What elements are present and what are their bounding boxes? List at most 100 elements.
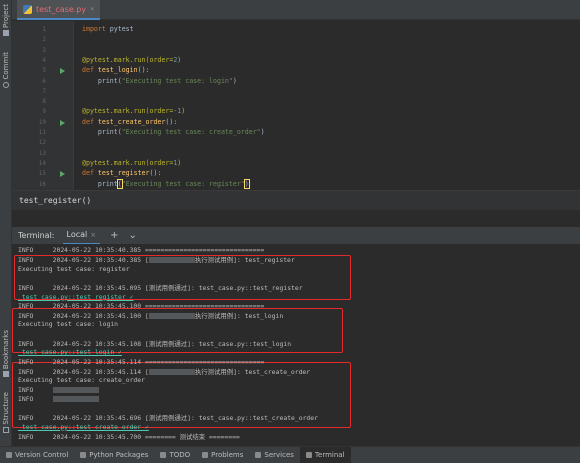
code-token: ():: [165, 117, 178, 126]
test-passed-line[interactable]: test_case.py::test_login ✓: [18, 348, 122, 356]
terminal-line: INFO 2024-05-22 10:35:45.114 [ 执行测试用例]: t…: [18, 367, 310, 376]
terminal-line-text: 执行测试用例]: test_create_order: [194, 367, 311, 376]
code-line[interactable]: print("Executing test case: create_order…: [82, 128, 265, 136]
terminal-line-text: test_case.py::test_create_order ✓: [18, 422, 149, 431]
terminal-line-text: INFO 2024-05-22 10:35:45.095 [测试用例通过]: t…: [18, 284, 303, 293]
code-token: test_login: [97, 66, 138, 75]
structure-icon: [3, 426, 9, 433]
terminal-line-text: INFO 2024-05-22 10:35:45.700 ======== 测试…: [18, 433, 240, 441]
code-token: def: [82, 169, 98, 178]
close-icon[interactable]: ×: [90, 5, 94, 13]
code-line[interactable]: print("Executing test case: login"): [82, 77, 237, 85]
line-number: 2: [42, 36, 46, 44]
code-token: print: [82, 179, 118, 188]
terminal-line-text: INFO 2024-05-22 10:35:45.114 [: [18, 367, 149, 376]
packages-icon: [80, 452, 87, 458]
commit-tool-tab[interactable]: Commit: [1, 52, 11, 88]
terminal-line: INFO 2024-05-22 10:35:45.700 ======== 测试…: [18, 432, 240, 441]
line-number: 12: [38, 139, 46, 147]
terminal-line: Executing test case: login: [18, 320, 118, 328]
terminal-line-text: Executing test case: login: [18, 320, 119, 329]
problems-icon: [202, 452, 209, 458]
tab-test-case-py[interactable]: test_case.py ×: [17, 0, 101, 20]
terminal-line-text: INFO 2024-05-22 10:35:40.385 [: [18, 256, 149, 265]
code-token: def: [82, 117, 98, 126]
code-token: "Executing test case: register": [121, 179, 245, 188]
terminal-line-text: INFO 2024-05-22 10:35:45.100 ===========…: [18, 301, 265, 310]
code-token: ():: [149, 169, 162, 178]
code-token: ): [181, 107, 186, 116]
left-tool-strip: Project Commit Bookmarks Structure: [0, 0, 12, 446]
line-number: 13: [38, 149, 46, 157]
code-line[interactable]: def test_login():: [82, 66, 150, 74]
tool-window-label: Terminal: [314, 451, 345, 459]
tool-window-label: Problems: [211, 451, 244, 459]
run-test-icon[interactable]: [60, 119, 65, 126]
bookmark-icon: [3, 371, 9, 378]
code-line[interactable]: @pytest.mark.run(order=-1): [82, 107, 185, 115]
line-number: 10: [38, 118, 46, 126]
terminal-line: INFO 2024-05-22 10:35:45.100 ===========…: [18, 302, 264, 310]
redacted-text: [52, 386, 99, 393]
tool-window-services[interactable]: Services: [249, 447, 300, 463]
tool-window-terminal[interactable]: Terminal: [299, 446, 351, 463]
code-editor[interactable]: import pytest @pytest.mark.run(order=2) de…: [74, 21, 580, 190]
terminal-line: Executing test case: register: [18, 265, 130, 273]
tab-label: test_case.py: [36, 4, 87, 14]
commit-tab-label: Commit: [2, 52, 10, 80]
breadcrumb-function[interactable]: test_register(): [19, 196, 91, 205]
project-tab-label: Project: [2, 4, 10, 28]
tool-window-label: Python Packages: [89, 451, 149, 459]
close-icon[interactable]: ×: [90, 231, 96, 239]
line-number: 6: [42, 77, 46, 85]
code-token: pytest: [105, 25, 134, 33]
code-line[interactable]: print("Executing test case: register"): [82, 178, 250, 189]
code-line[interactable]: def test_create_order():: [82, 118, 177, 126]
run-test-icon[interactable]: [60, 68, 65, 75]
terminal-line-text: INFO 2024-05-22 10:35:45.108 [测试用例通过]: t…: [18, 340, 292, 348]
new-terminal-button[interactable]: +: [110, 230, 118, 241]
code-line[interactable]: @pytest.mark.run(order=1): [82, 159, 181, 167]
run-test-icon[interactable]: [60, 171, 65, 178]
test-passed-line[interactable]: test_case.py::test_register ✓: [18, 293, 134, 301]
breadcrumb[interactable]: test_register(): [12, 190, 580, 210]
text-caret: [248, 179, 250, 188]
tool-window-todo[interactable]: TODO: [154, 447, 196, 463]
terminal-line: INFO 2024-05-22 10:35:45.696 [测试用例通过]: t…: [18, 413, 318, 422]
branch-icon: [6, 452, 12, 458]
line-number: 11: [38, 129, 46, 136]
tool-window-problems[interactable]: Problems: [196, 447, 249, 463]
code-line[interactable]: @pytest.mark.run(order=2): [82, 56, 181, 64]
project-tool-tab[interactable]: Project: [1, 4, 11, 36]
tool-window-label: Services: [264, 451, 294, 459]
line-number: 4: [42, 56, 46, 64]
code-token: ): [260, 128, 265, 136]
code-token: test_create_order: [97, 117, 166, 126]
line-number: 1: [42, 26, 46, 33]
code-line[interactable]: import pytest: [82, 25, 134, 33]
test-passed-line[interactable]: test_case.py::test_create_order ✓: [18, 423, 149, 431]
code-token: "Executing test case: create_order": [121, 128, 261, 136]
code-token: print(: [82, 128, 122, 136]
bookmarks-tab-label: Bookmarks: [2, 330, 10, 370]
code-token: ): [232, 76, 237, 85]
chevron-down-icon[interactable]: ⌄: [129, 230, 137, 241]
code-token: @pytest.mark.run(order=: [82, 158, 174, 167]
bottom-tool-bar: Version Control Python Packages TODO Proble…: [0, 446, 580, 463]
structure-tool-tab[interactable]: Structure: [1, 392, 11, 433]
terminal-line-text: 执行测试用例]: test_register: [194, 256, 295, 265]
tab-local[interactable]: Local ×: [62, 227, 101, 245]
terminal-line: INFO 2024-05-22 10:35:45.114 ===========…: [18, 358, 264, 366]
line-number: 3: [42, 46, 46, 54]
code-token: ():: [137, 66, 150, 75]
line-number: 9: [42, 108, 46, 116]
terminal-line: INFO 2024-05-22 10:35:45.108 [测试用例通过]: t…: [18, 339, 291, 348]
tool-window-version-control[interactable]: Version Control: [0, 447, 74, 463]
terminal-line: INFO: [18, 395, 99, 403]
bookmarks-tool-tab[interactable]: Bookmarks: [1, 330, 11, 378]
code-line[interactable]: def test_register():: [82, 169, 161, 177]
tool-window-python-packages[interactable]: Python Packages: [74, 447, 154, 463]
terminal-output[interactable]: INFO 2024-05-22 10:35:40.385 ===========…: [12, 244, 580, 446]
commit-icon: [3, 81, 9, 88]
terminal-line-text: Executing test case: register: [18, 264, 130, 273]
